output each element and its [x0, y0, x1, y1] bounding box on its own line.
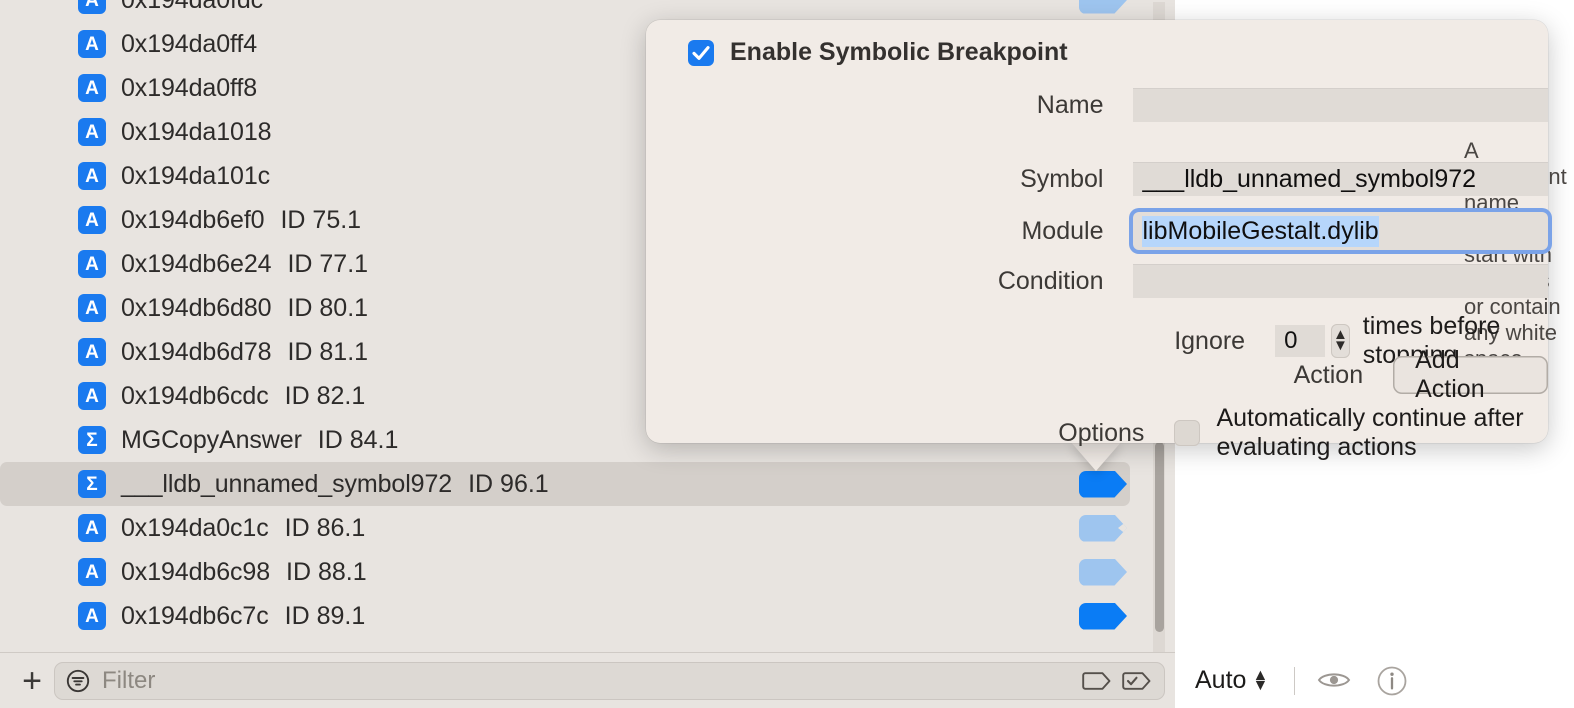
address-breakpoint-icon: A: [78, 382, 106, 410]
name-field-row: Name: [646, 88, 1548, 122]
breakpoint-row[interactable]: A 0x194da0c1c ID 86.1: [0, 506, 1175, 550]
symbol-input[interactable]: ___lldb_unnamed_symbol972: [1133, 162, 1548, 196]
inspector-bottom-bar: Auto ▲ ▼: [1175, 653, 1574, 708]
breakpoint-enabled-toggle[interactable]: [1079, 0, 1127, 14]
name-label: Name: [1036, 90, 1104, 119]
symbol-label: Symbol: [1020, 164, 1104, 193]
filter-icon: [66, 669, 90, 693]
module-input-selected-text: libMobileGestalt.dylib: [1142, 215, 1379, 247]
ignore-label: Ignore: [1174, 326, 1246, 355]
breakpoint-enabled-toggle[interactable]: [1079, 514, 1127, 542]
module-input[interactable]: libMobileGestalt.dylib: [1133, 212, 1548, 250]
address-breakpoint-icon: A: [78, 206, 106, 234]
symbol-field-row: Symbol ___lldb_unnamed_symbol972: [646, 162, 1548, 196]
breakpoint-row-label: 0x194db6c7c: [121, 601, 269, 630]
breakpoint-row[interactable]: A 0x194db6c98 ID 88.1: [0, 550, 1175, 594]
breakpoint-row-label: 0x194da0c1c: [121, 513, 269, 542]
popover-title: Enable Symbolic Breakpoint: [730, 38, 1068, 66]
breakpoint-row-label: 0x194db6e24: [121, 249, 272, 278]
auto-continue-checkbox[interactable]: [1174, 420, 1201, 446]
address-breakpoint-icon: A: [78, 558, 106, 586]
stepper-down-icon[interactable]: ▼: [1333, 338, 1348, 353]
breakpoint-row-id: ID 82.1: [284, 381, 366, 410]
breakpoint-row-id: ID 88.1: [286, 557, 367, 586]
address-breakpoint-icon: A: [78, 118, 106, 146]
breakpoint-row-label: 0x194da0ff4: [121, 29, 258, 58]
auto-popup-button[interactable]: Auto: [1195, 666, 1246, 695]
breakpoint-row-id: ID 80.1: [287, 293, 369, 322]
breakpoint-enabled-toggle[interactable]: [1079, 470, 1127, 498]
breakpoint-row-label: 0x194db6d78: [121, 337, 272, 366]
ignore-count-input[interactable]: 0: [1275, 325, 1326, 357]
breakpoint-row-label: 0x194db6cdc: [121, 381, 269, 410]
breakpoint-row-label: 0x194db6c98: [121, 557, 271, 586]
breakpoint-row-label: 0x194da0ff8: [121, 73, 258, 102]
breakpoint-row-label: MGCopyAnswer: [121, 425, 302, 454]
address-breakpoint-icon: A: [78, 250, 106, 278]
breakpoint-row-label: 0x194db6d80: [121, 293, 272, 322]
add-breakpoint-button[interactable]: +: [10, 664, 54, 698]
toolbar-divider: [1294, 666, 1296, 695]
options-label: Options: [1058, 418, 1145, 447]
symbolic-breakpoint-icon: Σ: [78, 426, 106, 454]
eye-icon[interactable]: [1317, 669, 1351, 693]
breakpoint-tag-check-icon[interactable]: [1122, 671, 1152, 690]
address-breakpoint-icon: A: [78, 602, 106, 630]
action-field-row: Action Add Action: [646, 346, 1548, 403]
breakpoint-row-id: ID 81.1: [287, 337, 369, 366]
options-field-row: Options Automatically continue after eva…: [646, 404, 1548, 462]
breakpoint-row-selected[interactable]: Σ ___lldb_unnamed_symbol972 ID 96.1: [0, 462, 1130, 506]
name-input[interactable]: [1133, 88, 1548, 122]
breakpoint-enabled-toggle[interactable]: [1079, 602, 1127, 630]
auto-continue-label: Automatically continue after evaluating …: [1216, 404, 1524, 461]
address-breakpoint-icon: A: [78, 338, 106, 366]
breakpoint-navigator-screen: A 0x194da0fdc A 0x194da0ff4 A 0x194da0ff8 A 0x1…: [0, 0, 1574, 708]
module-label: Module: [1021, 216, 1104, 245]
address-breakpoint-icon: A: [78, 294, 106, 322]
breakpoint-row-id: ID 75.1: [280, 205, 362, 234]
breakpoint-tag-icon[interactable]: [1082, 671, 1112, 690]
condition-label: Condition: [997, 266, 1104, 295]
address-breakpoint-icon: A: [78, 514, 106, 542]
breakpoint-row[interactable]: A 0x194db6c7c ID 89.1: [0, 594, 1175, 631]
breakpoint-row[interactable]: A 0x194da0fdc: [0, 0, 1175, 22]
breakpoint-row-label: ___lldb_unnamed_symbol972: [121, 469, 453, 498]
address-breakpoint-icon: A: [78, 30, 106, 58]
enable-breakpoint-row[interactable]: Enable Symbolic Breakpoint: [688, 38, 1068, 67]
breakpoint-enabled-toggle[interactable]: [1079, 558, 1127, 586]
condition-input[interactable]: [1133, 264, 1548, 298]
enable-breakpoint-checkbox[interactable]: [688, 39, 714, 66]
breakpoint-row-id: ID 84.1: [317, 425, 399, 454]
filter-toggle-group: [1082, 671, 1152, 690]
scrollbar-thumb[interactable]: [1155, 442, 1164, 632]
info-icon[interactable]: [1377, 666, 1407, 696]
chevron-updown-icon[interactable]: ▲ ▼: [1252, 667, 1268, 693]
breakpoint-row-id: ID 77.1: [287, 249, 369, 278]
module-field-row: Module libMobileGestalt.dylib: [646, 212, 1548, 250]
navigator-bottom-toolbar: + Filter: [0, 652, 1175, 708]
filter-field[interactable]: Filter: [54, 661, 1165, 700]
breakpoint-row-id: ID 86.1: [284, 513, 366, 542]
breakpoint-row-label: 0x194da1018: [121, 117, 272, 146]
breakpoint-row-label: 0x194da101c: [121, 161, 271, 190]
breakpoint-row-id: ID 96.1: [468, 469, 549, 498]
condition-field-row: Condition: [646, 264, 1548, 298]
address-breakpoint-icon: A: [78, 74, 106, 102]
symbolic-breakpoint-icon: Σ: [78, 470, 106, 498]
breakpoint-row-id: ID 89.1: [284, 601, 366, 630]
breakpoint-row-label: 0x194db6ef0: [121, 205, 265, 234]
ignore-stepper[interactable]: ▲ ▼: [1331, 324, 1350, 358]
edit-breakpoint-popover: Enable Symbolic Breakpoint Name A breakp…: [646, 20, 1567, 461]
filter-placeholder: Filter: [102, 666, 156, 694]
add-action-button[interactable]: Add Action: [1393, 346, 1548, 403]
address-breakpoint-icon: A: [78, 162, 106, 190]
action-label: Action: [1293, 360, 1364, 389]
breakpoint-row-label: 0x194da0fdc: [121, 0, 263, 15]
address-breakpoint-icon: A: [78, 0, 106, 14]
